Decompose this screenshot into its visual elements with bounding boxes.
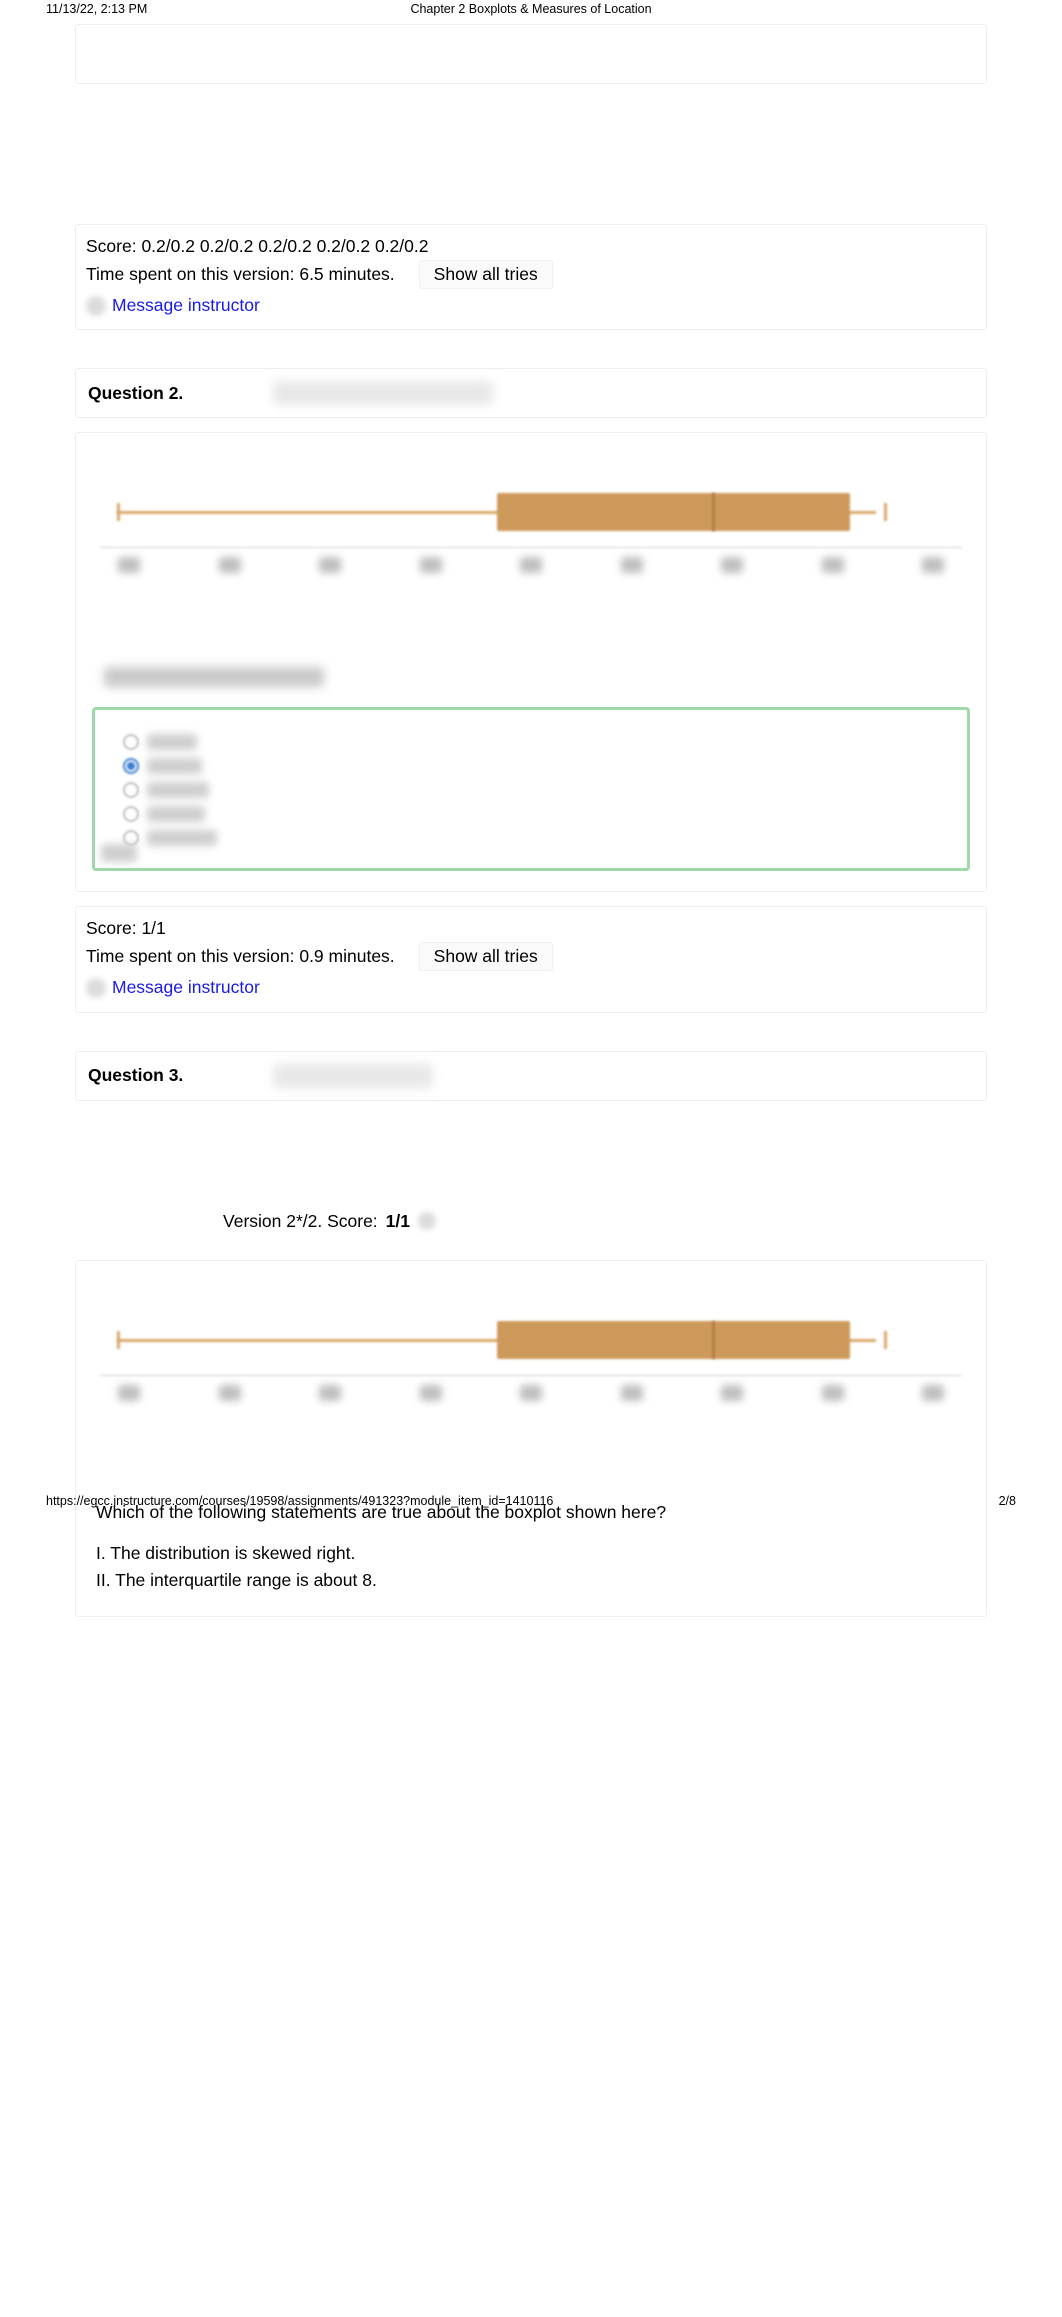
statement-1: I. The distribution is skewed right. xyxy=(96,1540,966,1567)
blurred-controls xyxy=(273,1064,433,1088)
show-all-tries-button[interactable]: Show all tries xyxy=(419,260,553,289)
question-2-footer: Score: 1/1 Time spent on this version: 0… xyxy=(75,906,987,1012)
blurred-option-label xyxy=(147,734,197,750)
statement-2: II. The interquartile range is about 8. xyxy=(96,1567,966,1594)
radio-icon xyxy=(123,806,139,822)
question-3-block: Question 3. Version 2*/2. Score: 1/1 xyxy=(75,1051,987,1617)
question-3-body: Which of the following statements are tr… xyxy=(75,1260,987,1617)
option-row[interactable] xyxy=(123,734,939,750)
radio-icon xyxy=(123,734,139,750)
blurred-prompt xyxy=(104,667,324,687)
question-2-block: Question 2. xyxy=(75,368,987,1012)
blurred-option-label xyxy=(147,758,202,774)
option-row[interactable] xyxy=(123,758,939,774)
score-line: Score: 1/1 xyxy=(86,915,976,942)
question-number: Question 2. xyxy=(88,383,183,404)
question-3-header: Question 3. xyxy=(75,1051,987,1101)
blurred-option-label xyxy=(147,806,205,822)
score-line: Score: 0.2/0.2 0.2/0.2 0.2/0.2 0.2/0.2 0… xyxy=(86,233,976,260)
question-number: Question 3. xyxy=(88,1065,183,1086)
answer-choices-correct xyxy=(92,707,970,871)
blurred-feedback-icon xyxy=(101,844,137,862)
question-2-body xyxy=(75,432,987,892)
print-footer: https://egcc.instructure.com/courses/195… xyxy=(0,1494,1062,1508)
option-row[interactable] xyxy=(123,806,939,822)
print-datetime: 11/13/22, 2:13 PM xyxy=(46,2,147,16)
show-all-tries-button[interactable]: Show all tries xyxy=(419,942,553,971)
print-url: https://egcc.instructure.com/courses/195… xyxy=(46,1494,553,1508)
question-1-footer: Score: 0.2/0.2 0.2/0.2 0.2/0.2 0.2/0.2 0… xyxy=(75,224,987,330)
blurred-option-label xyxy=(147,830,217,846)
blurred-controls xyxy=(273,381,493,405)
print-page-number: 2/8 xyxy=(999,1494,1016,1508)
mail-icon xyxy=(86,978,106,998)
message-instructor-link[interactable]: Message instructor xyxy=(112,292,260,319)
version-label: Version 2*/2. Score: xyxy=(223,1211,378,1232)
version-score: 1/1 xyxy=(386,1211,410,1232)
mail-icon xyxy=(86,296,106,316)
question-2-header: Question 2. xyxy=(75,368,987,418)
radio-icon xyxy=(123,782,139,798)
print-title: Chapter 2 Boxplots & Measures of Locatio… xyxy=(0,2,1062,16)
blurred-icon xyxy=(418,1212,436,1230)
time-spent: Time spent on this version: 0.9 minutes. xyxy=(86,943,395,970)
option-row[interactable] xyxy=(123,830,939,846)
blurred-option-label xyxy=(147,782,209,798)
version-score-row: Version 2*/2. Score: 1/1 xyxy=(75,1201,987,1242)
previous-question-remnant xyxy=(75,24,987,84)
boxplot-chart xyxy=(100,1315,962,1435)
radio-selected-icon xyxy=(123,758,139,774)
time-spent: Time spent on this version: 6.5 minutes. xyxy=(86,261,395,288)
print-header: 11/13/22, 2:13 PM Chapter 2 Boxplots & M… xyxy=(0,0,1062,16)
option-row[interactable] xyxy=(123,782,939,798)
message-instructor-link[interactable]: Message instructor xyxy=(112,974,260,1001)
boxplot-chart xyxy=(100,487,962,607)
